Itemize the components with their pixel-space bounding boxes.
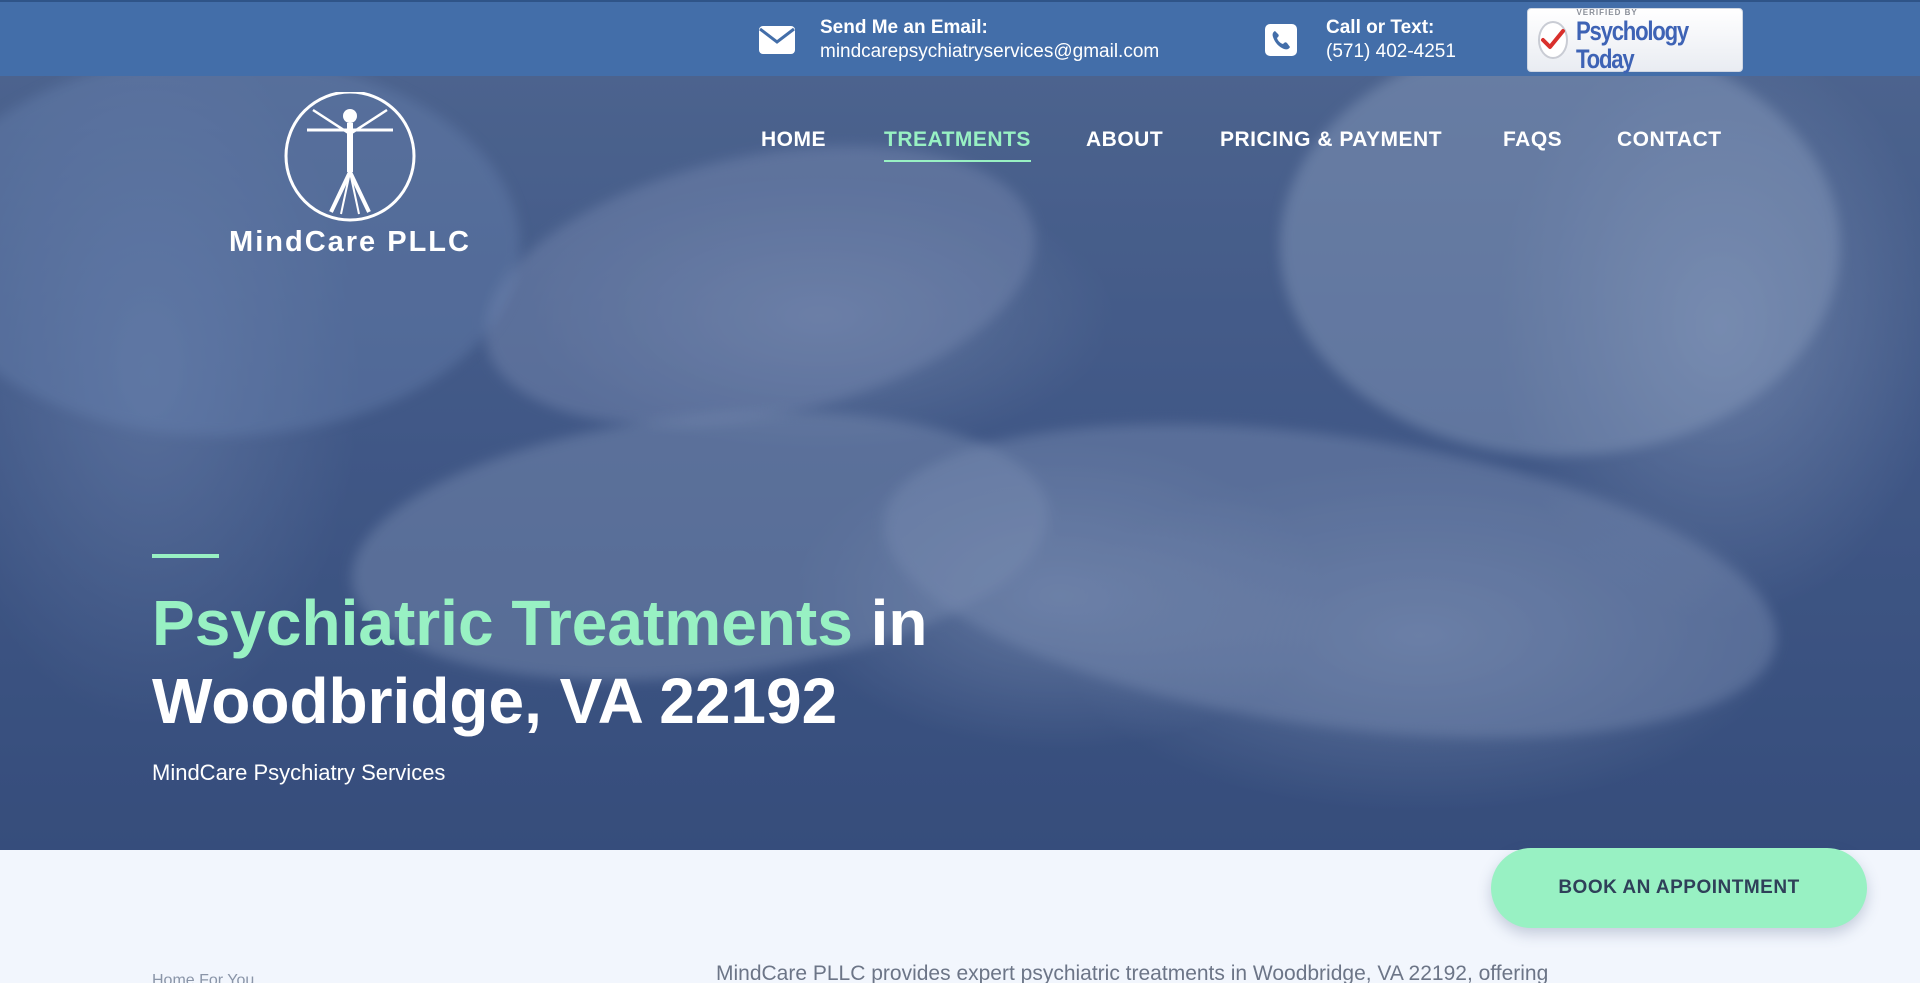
book-appointment-button[interactable]: BOOK AN APPOINTMENT — [1491, 848, 1867, 928]
email-label: Send Me an Email: — [820, 17, 988, 38]
intro-paragraph: MindCare PLLC provides expert psychiatri… — [716, 962, 1549, 983]
site-logo[interactable]: MindCare PLLC — [223, 90, 477, 262]
main-navigation: HOME TREATMENTS ABOUT PRICING & PAYMENT … — [0, 128, 1920, 168]
nav-home[interactable]: HOME — [761, 128, 826, 152]
logo-name: MindCare PLLC — [229, 226, 471, 258]
checkmark-icon — [1538, 21, 1569, 59]
phone-label: Call or Text: — [1326, 17, 1435, 38]
title-location: Woodbridge, VA 22192 — [152, 665, 838, 737]
accent-divider — [152, 554, 219, 558]
hero-subtitle: MindCare Psychiatry Services — [152, 760, 446, 785]
title-highlight: Psychiatric Treatments — [152, 587, 853, 659]
email-contact[interactable]: Send Me an Email: mindcarepsychiatryserv… — [758, 16, 1159, 64]
email-address[interactable]: mindcarepsychiatryservices@gmail.com — [820, 40, 1159, 64]
page-title: Psychiatric Treatments in Woodbridge, VA… — [152, 584, 927, 740]
hero-photo-shape — [864, 374, 1796, 788]
phone-icon — [1262, 21, 1300, 59]
nav-treatments[interactable]: TREATMENTS — [884, 128, 1031, 162]
envelope-icon — [758, 21, 796, 59]
breadcrumb[interactable]: Home For You — [152, 972, 254, 983]
hero-content: Psychiatric Treatments in Woodbridge, VA… — [152, 554, 927, 786]
psychology-today-badge[interactable]: VERIFIED BY Psychology Today — [1527, 8, 1743, 74]
nav-pricing-payment[interactable]: PRICING & PAYMENT — [1220, 128, 1442, 152]
top-contact-bar: Send Me an Email: mindcarepsychiatryserv… — [0, 0, 1920, 76]
phone-number[interactable]: (571) 402-4251 — [1326, 40, 1456, 64]
badge-brand-text: Psychology Today — [1576, 15, 1689, 74]
phone-contact[interactable]: Call or Text: (571) 402-4251 — [1262, 16, 1456, 64]
title-rest: in — [852, 587, 928, 659]
nav-contact[interactable]: CONTACT — [1617, 128, 1722, 152]
nav-faqs[interactable]: FAQS — [1503, 128, 1562, 152]
nav-about[interactable]: ABOUT — [1086, 128, 1163, 152]
